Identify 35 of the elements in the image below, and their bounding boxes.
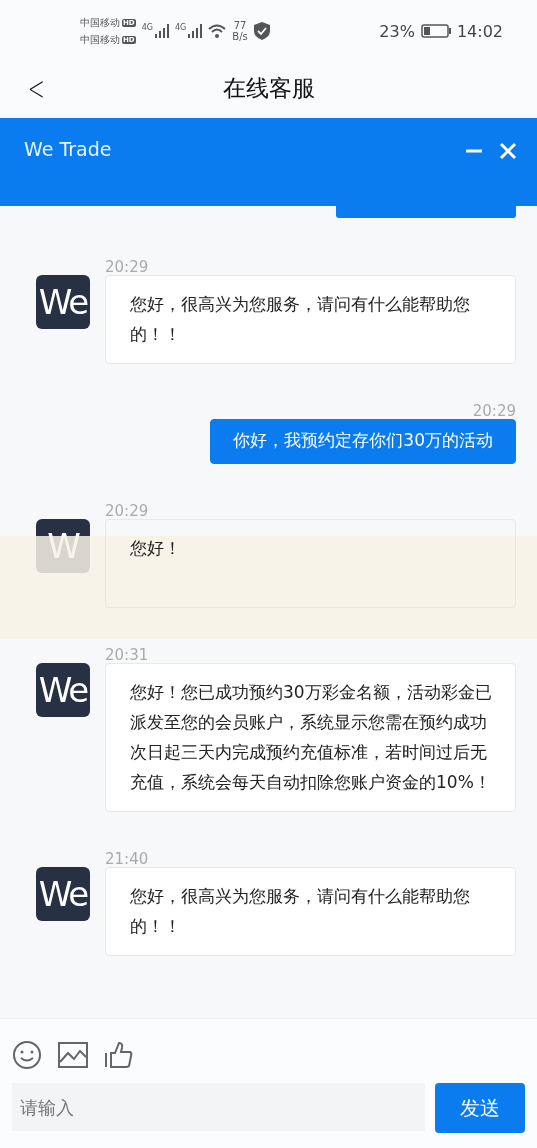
message-time: 20:31	[105, 648, 150, 663]
speed-unit: B/s	[232, 31, 248, 42]
battery-percent: 23%	[379, 21, 415, 41]
message-bubble: 您好，很高兴为您服务，请问有什么能帮助您的！！	[105, 275, 516, 364]
back-button[interactable]: <	[25, 68, 48, 108]
message-time: 20:29	[105, 504, 150, 519]
thumbs-up-icon[interactable]	[104, 1041, 134, 1069]
shield-icon	[253, 22, 270, 40]
message-bubble: 您好！您已成功预约30万彩金名额，活动彩金已派发至您的会员账户，系统显示您需在预约成功次日起三天内完成预约充值标准，若时间过后无充值，系统会每天自动扣除您账户资金的10%！	[105, 663, 516, 812]
emoji-icon[interactable]	[12, 1040, 42, 1070]
avatar-logo: We	[36, 867, 90, 921]
battery-icon	[420, 24, 451, 38]
message-bubble: 您好，很高兴为您服务，请问有什么能帮助您的！！	[105, 867, 516, 956]
clock-time: 14:02	[456, 21, 503, 41]
message-time: 20:29	[105, 260, 150, 275]
network-label: 4G	[141, 23, 153, 32]
send-button[interactable]: 发送	[435, 1083, 525, 1133]
avatar-logo: We	[36, 663, 90, 717]
network-label: 4G	[174, 23, 187, 32]
message-bubble: 您好！	[105, 519, 516, 608]
carrier-label: 中国移动	[80, 15, 120, 30]
chat-title: We Trade	[24, 138, 113, 160]
message-time: 20:29	[472, 404, 516, 419]
page-title: 在线客服	[222, 73, 315, 103]
wifi-icon	[208, 24, 227, 38]
close-icon[interactable]	[499, 142, 517, 160]
message-bubble: 你好，我预约定存你们30万的活动	[210, 419, 516, 464]
signal-icon	[152, 23, 169, 39]
message-time: 21:40	[105, 852, 150, 867]
signal-icon	[186, 23, 203, 39]
image-icon[interactable]	[58, 1042, 88, 1068]
message-input[interactable]: 请输入	[12, 1083, 425, 1131]
speed-value: 77	[233, 20, 247, 31]
carrier-label: 中国移动	[80, 32, 120, 47]
avatar-logo: We	[36, 275, 90, 329]
